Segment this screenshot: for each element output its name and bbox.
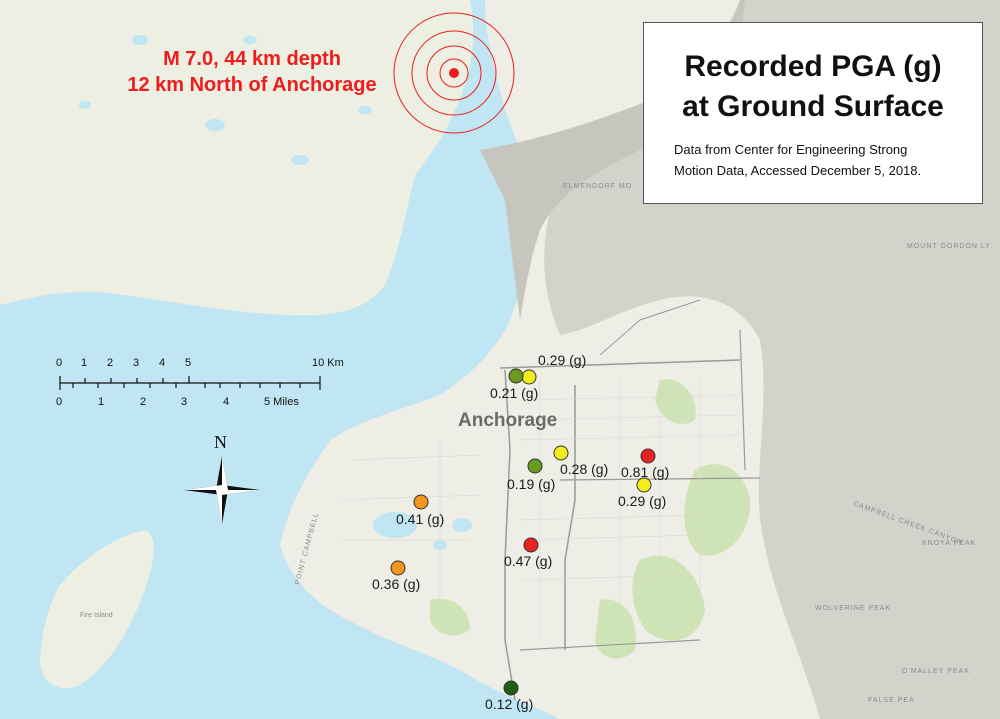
epicenter-magnitude-depth: M 7.0, 44 km depth xyxy=(163,48,341,70)
scale-km-4: 4 xyxy=(159,357,166,369)
map-title-line1: Recorded PGA (g) xyxy=(684,50,942,83)
station-label: 0.36 (g) xyxy=(372,576,421,592)
station-marker xyxy=(523,537,539,553)
lake xyxy=(243,36,257,44)
feature-label: Fire Island xyxy=(80,612,113,619)
station-marker xyxy=(503,680,519,696)
scale-mile-1: 1 xyxy=(98,396,105,408)
station-label: 0.41 (g) xyxy=(396,511,445,527)
station-label: 0.29 (g) xyxy=(618,493,667,509)
station-marker xyxy=(413,494,429,510)
epicenter-location: 12 km North of Anchorage xyxy=(127,74,377,96)
station-label: 0.21 (g) xyxy=(490,385,539,401)
feature-label: O'MALLEY PEAK xyxy=(902,668,970,675)
lake xyxy=(452,518,472,532)
lake xyxy=(79,101,91,109)
epicenter-marker xyxy=(449,68,459,78)
map-title: Recorded PGA (g) at Ground Surface xyxy=(644,47,982,127)
scale-mile-2: 2 xyxy=(140,396,147,408)
station-label: 0.47 (g) xyxy=(504,553,553,569)
lake xyxy=(205,119,225,131)
station-marker xyxy=(640,448,656,464)
scale-km-3: 3 xyxy=(133,357,140,369)
scale-km-0: 0 xyxy=(56,357,63,369)
map-title-line2: at Ground Surface xyxy=(682,90,944,123)
station-marker xyxy=(527,458,543,474)
station-marker xyxy=(508,368,524,384)
station-label: 0.19 (g) xyxy=(507,476,556,492)
feature-label: FALSE PEA xyxy=(868,697,915,704)
scale-mile-end: 5 Miles xyxy=(264,396,299,408)
lake xyxy=(291,155,309,165)
scale-km-end: 10 Km xyxy=(312,357,344,369)
feature-label: WOLVERINE PEAK xyxy=(815,605,892,612)
station-marker xyxy=(390,560,406,576)
city-label: Anchorage xyxy=(458,410,558,431)
data-source-note: Data from Center for Engineering Strong … xyxy=(674,139,974,181)
title-box: Recorded PGA (g) at Ground Surface Data … xyxy=(643,22,983,204)
lake xyxy=(132,35,148,45)
scale-km-2: 2 xyxy=(107,357,114,369)
feature-label: MOUNT GORDON LY xyxy=(907,243,991,250)
source-line2: Motion Data, Accessed December 5, 2018. xyxy=(674,163,922,178)
source-line1: Data from Center for Engineering Strong xyxy=(674,142,908,157)
station-marker xyxy=(636,477,652,493)
station-label: 0.81 (g) xyxy=(621,464,670,480)
station-label: 0.12 (g) xyxy=(485,696,534,712)
scale-mile-0: 0 xyxy=(56,396,63,408)
north-label: N xyxy=(214,432,227,452)
feature-label: KNOYA PEAK xyxy=(922,540,977,547)
scale-mile-4: 4 xyxy=(223,396,230,408)
station-marker xyxy=(553,445,569,461)
feature-label: ELMENDORF MO xyxy=(563,183,633,190)
scale-km-5: 5 xyxy=(185,357,192,369)
station-marker xyxy=(521,369,537,385)
station-label: 0.28 (g) xyxy=(560,461,609,477)
epicenter-label: M 7.0, 44 km depth 12 km North of Anchor… xyxy=(112,46,392,98)
scale-mile-3: 3 xyxy=(181,396,188,408)
scale-km-1: 1 xyxy=(81,357,88,369)
station-label: 0.29 (g) xyxy=(538,352,587,368)
lake xyxy=(358,106,372,114)
